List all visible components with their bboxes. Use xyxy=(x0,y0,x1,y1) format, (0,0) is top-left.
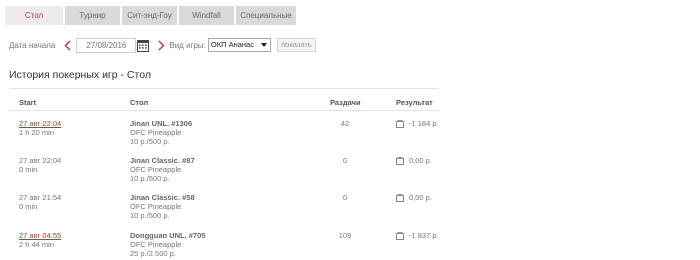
hands-count: 0 xyxy=(342,156,348,165)
table-name: Jinan UNL. #1306 xyxy=(130,119,193,128)
session-duration: 1 h 20 min xyxy=(19,128,55,137)
table-row-table: Jinan Classic. #87 OFC Pineapple 10 р./5… xyxy=(130,156,195,183)
game-type-select[interactable]: ОКП Ананас xyxy=(207,38,271,52)
result: 0,00 р. xyxy=(396,156,432,165)
tab-windfall[interactable]: Windfall xyxy=(179,6,234,25)
next-date-icon[interactable] xyxy=(157,39,166,51)
table-name: Dongguan UNL. #705 xyxy=(130,231,206,240)
game-name: OFC Pineapple xyxy=(130,202,182,211)
session-duration: 0 min xyxy=(19,202,38,211)
table-row-start: 27 авг 22:04 1 h 20 min xyxy=(19,119,61,137)
filter-bar: Дата начала 27/08/2016 Вид игры: ОКП Ана… xyxy=(9,37,316,53)
game-type-value: ОКП Ананас xyxy=(210,40,254,49)
session-date-link[interactable]: 27 авг 22:04 xyxy=(19,119,61,128)
wallet-icon xyxy=(396,231,404,240)
hands-count: 109 xyxy=(338,231,352,240)
game-name: OFC Pineapple xyxy=(130,128,182,137)
table-name: Jinan Classic. #58 xyxy=(130,193,195,202)
result: -1 184 р. xyxy=(396,119,439,128)
column-header-hands: Раздачи xyxy=(330,98,361,107)
result-amount: -1 184 р. xyxy=(409,119,439,128)
show-button[interactable]: показать xyxy=(276,38,316,52)
wallet-icon xyxy=(396,119,404,128)
tab-special[interactable]: Специальные xyxy=(236,6,296,25)
session-duration: 0 min xyxy=(19,165,38,174)
header-divider xyxy=(9,110,439,111)
hands-count: 42 xyxy=(340,119,350,128)
prev-date-icon[interactable] xyxy=(63,39,72,51)
wallet-icon xyxy=(396,156,404,165)
stakes: 10 р./500 р. xyxy=(130,137,170,146)
game-type-tabs: Стол Турнир Сит-энд-Гоу Windfall Специал… xyxy=(5,6,296,25)
game-name: OFC Pineapple xyxy=(130,165,182,174)
session-duration: 2 h 44 min xyxy=(19,240,55,249)
tab-sit-and-go[interactable]: Сит-энд-Гоу xyxy=(122,6,177,25)
dropdown-arrow-icon xyxy=(260,43,267,47)
column-header-result: Результат xyxy=(396,98,433,107)
session-date: 27 авг 22:04 xyxy=(19,156,62,165)
stakes: 10 р./500 р. xyxy=(130,174,170,183)
table-row-start: 27 авг 22:04 0 min xyxy=(19,156,61,174)
result-amount: 0,00 р. xyxy=(409,193,432,202)
table-row-table: Jinan UNL. #1306 OFC Pineapple 10 р./500… xyxy=(130,119,192,146)
page-title: История покерных игр - Стол xyxy=(9,69,151,81)
game-type-label: Вид игры: xyxy=(169,40,206,50)
result: 0,00 р. xyxy=(396,193,432,202)
column-header-start: Start xyxy=(19,98,37,107)
start-date-field[interactable]: 27/08/2016 xyxy=(76,37,137,53)
table-row-table: Dongguan UNL. #705 OFC Pineapple 25 р./2… xyxy=(130,231,205,258)
table-row-table: Jinan Classic. #58 OFC Pineapple 10 р./5… xyxy=(130,193,195,220)
table-row-start: 27 авг 21:54 0 min xyxy=(19,193,61,211)
hands-count: 0 xyxy=(342,193,348,202)
wallet-icon xyxy=(396,193,404,202)
tab-table[interactable]: Стол xyxy=(5,6,63,25)
table-name: Jinan Classic. #87 xyxy=(130,156,195,165)
stakes: 25 р./2 500 р. xyxy=(130,249,176,258)
table-row-start: 27 авг 04:55 2 h 44 min xyxy=(19,231,61,249)
divider xyxy=(9,88,439,89)
game-name: OFC Pineapple xyxy=(130,240,182,249)
result-amount: -1 837 р. xyxy=(409,231,439,240)
session-date-link[interactable]: 27 авг 04:55 xyxy=(19,231,61,240)
start-date-label: Дата начала xyxy=(9,40,56,50)
calendar-icon[interactable] xyxy=(137,39,150,52)
result-amount: 0,00 р. xyxy=(409,156,432,165)
stakes: 10 р./500 р. xyxy=(130,211,170,220)
session-date: 27 авг 21:54 xyxy=(19,193,62,202)
tab-tournament[interactable]: Турнир xyxy=(65,6,120,25)
column-header-table: Стол xyxy=(130,98,149,107)
result: -1 837 р. xyxy=(396,231,439,240)
